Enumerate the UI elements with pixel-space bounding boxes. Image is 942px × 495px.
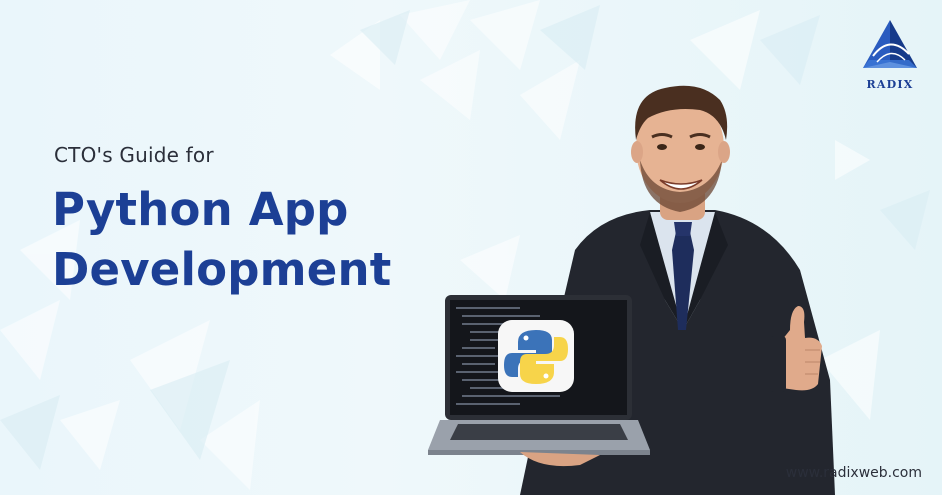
banner: CTO's Guide for Python App Development R… — [0, 0, 942, 495]
laptop — [428, 295, 650, 467]
website-url: www.radixweb.com — [785, 465, 922, 481]
person-illustration — [428, 85, 835, 495]
laptop-keyboard — [450, 424, 628, 440]
